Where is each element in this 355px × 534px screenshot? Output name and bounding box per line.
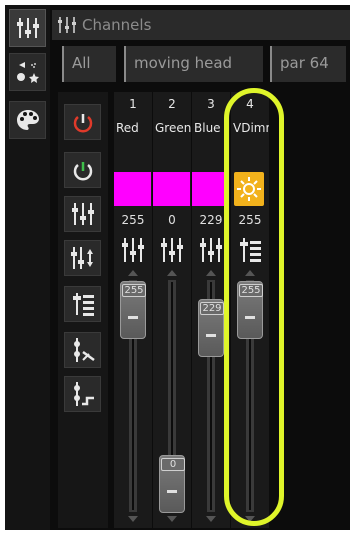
sliders-updown-button[interactable]: [64, 240, 101, 276]
list-icon: [73, 293, 94, 316]
sliders-icon: [72, 203, 94, 225]
panel-title-bar: Channels: [52, 10, 350, 40]
channel-type-button[interactable]: [153, 233, 191, 267]
channel-name: Red: [116, 121, 139, 135]
channel-color-swatch[interactable]: [192, 172, 226, 206]
sliders-icon: [122, 238, 144, 262]
fader-up-arrow[interactable]: [167, 270, 177, 276]
power-red-icon: [73, 114, 93, 133]
fader-knob-grip: [128, 316, 138, 319]
channel-color-swatch[interactable]: [153, 172, 190, 206]
sliders-button[interactable]: [64, 196, 101, 232]
palette-icon: [16, 110, 39, 130]
channel-value: 255: [121, 213, 145, 227]
fader-knob-grip: [206, 334, 216, 337]
power-red-button[interactable]: [64, 104, 101, 140]
fader-down-arrow[interactable]: [128, 516, 138, 522]
tab-par-64[interactable]: par 64: [270, 46, 346, 82]
channel-name: Green: [155, 121, 191, 135]
sliders-icon: [16, 18, 39, 38]
channels-mode-button[interactable]: [9, 9, 46, 47]
list-button[interactable]: [64, 286, 101, 322]
palette-mode-button[interactable]: [9, 101, 46, 139]
channel-number: 1: [129, 97, 137, 111]
fader-knob-value: 229: [200, 302, 224, 315]
fader-down-arrow[interactable]: [206, 516, 216, 522]
channel-type-button[interactable]: [114, 233, 152, 267]
left-sidebar: [5, 5, 50, 530]
power-green-button[interactable]: [64, 152, 101, 188]
scissors-step-icon: [74, 382, 94, 406]
scissors-button[interactable]: [64, 332, 101, 368]
sliders-icon: [58, 17, 76, 33]
sliders-icon: [161, 238, 183, 262]
panel-title: Channels: [82, 16, 152, 34]
effects-mode-button[interactable]: [9, 53, 46, 91]
fader-down-arrow[interactable]: [167, 516, 177, 522]
tab-label: par 64: [280, 54, 329, 72]
sliders-updown-icon: [71, 247, 93, 269]
scissors-step-button[interactable]: [64, 376, 101, 412]
selection-highlight: [224, 88, 284, 526]
fader-knob-value: 255: [122, 284, 146, 297]
power-green-icon: [73, 162, 93, 181]
channel-value: 0: [168, 213, 176, 227]
tab-moving-head[interactable]: moving head: [124, 46, 263, 82]
tab-label: All: [72, 54, 91, 72]
tab-all[interactable]: All: [62, 46, 116, 82]
fader-knob[interactable]: 0: [159, 455, 185, 513]
fader-knob[interactable]: 229: [198, 299, 224, 357]
fader-knob-grip: [167, 490, 177, 493]
shapes-icon: [16, 62, 39, 83]
fader-knob[interactable]: 255: [120, 281, 146, 339]
scissors-icon: [74, 338, 95, 362]
channel-color-swatch[interactable]: [114, 172, 151, 206]
channel-number: 2: [168, 97, 176, 111]
sliders-icon: [200, 238, 222, 262]
fader-knob-value: 0: [161, 458, 185, 471]
fader-up-arrow[interactable]: [128, 270, 138, 276]
fader-up-arrow[interactable]: [206, 270, 216, 276]
tab-label: moving head: [134, 54, 233, 72]
